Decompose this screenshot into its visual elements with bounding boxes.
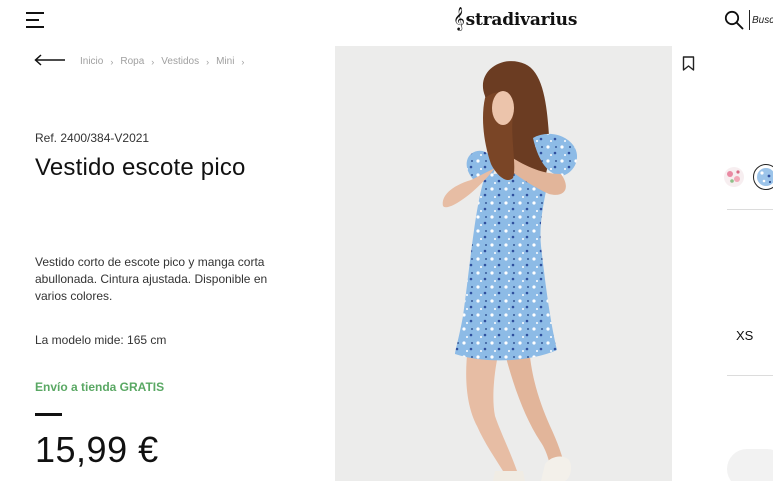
brand-logo-text: stradivarius xyxy=(465,10,578,30)
breadcrumb-separator: › xyxy=(151,56,155,67)
product-reference: Ref. 2400/384-V2021 xyxy=(35,131,150,145)
search-icon[interactable] xyxy=(724,10,744,30)
model-height: La modelo mide: 165 cm xyxy=(35,333,167,347)
breadcrumb-item-vestidos[interactable]: Vestidos xyxy=(161,56,199,67)
color-swatch-floral-pink[interactable] xyxy=(724,167,744,187)
free-shipping-note: Envío a tienda GRATIS xyxy=(35,380,165,394)
breadcrumb-item-ropa[interactable]: Ropa xyxy=(120,56,144,67)
brand-logo[interactable]: 𝄞stradivarius xyxy=(453,6,577,30)
product-description: Vestido corto de escote pico y manga cor… xyxy=(35,255,268,303)
product-price: 15,99 € xyxy=(35,429,159,470)
search-input[interactable] xyxy=(749,10,773,30)
breadcrumb-separator: › xyxy=(206,56,210,67)
breadcrumb-separator: › xyxy=(241,56,245,67)
color-swatch-floral-blue[interactable] xyxy=(753,164,773,190)
product-image[interactable] xyxy=(335,46,672,481)
panel-divider xyxy=(727,209,773,210)
hamburger-menu-icon[interactable] xyxy=(26,11,44,29)
floral-blue-pattern xyxy=(757,168,773,186)
model-photo-illustration xyxy=(442,61,578,481)
product-title: Vestido escote pico xyxy=(35,154,246,181)
breadcrumb-item-inicio[interactable]: Inicio xyxy=(80,56,103,67)
breadcrumb-separator: › xyxy=(110,56,114,67)
floral-pink-pattern xyxy=(727,170,740,183)
site-header: 𝄞stradivarius xyxy=(0,0,773,40)
bookmark-icon[interactable] xyxy=(682,56,695,71)
panel-divider xyxy=(727,375,773,376)
size-option-xs[interactable]: XS xyxy=(736,328,753,343)
breadcrumb: Inicio › Ropa › Vestidos › Mini › xyxy=(80,56,251,67)
brand-logo-clef: 𝄞 xyxy=(453,6,465,30)
back-arrow-icon[interactable] xyxy=(34,53,66,67)
add-to-cart-button[interactable] xyxy=(727,449,773,481)
breadcrumb-item-mini[interactable]: Mini xyxy=(216,56,234,67)
price-divider xyxy=(35,413,62,416)
